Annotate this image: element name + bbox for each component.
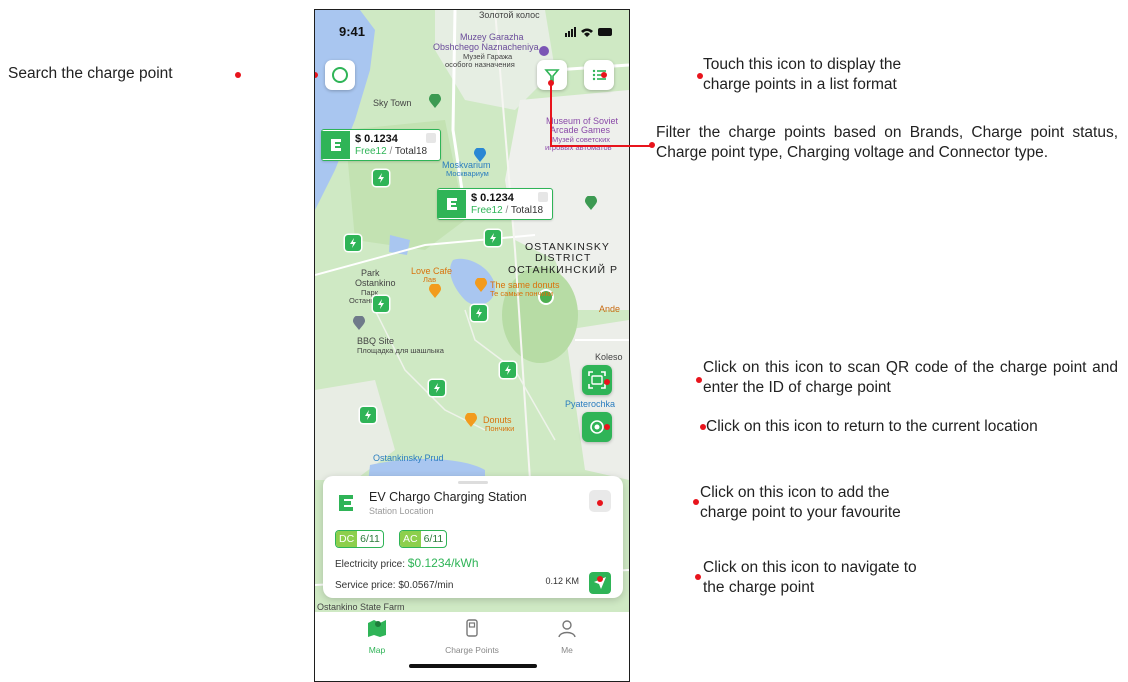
map-label: DISTRICT — [535, 252, 592, 264]
park-poi-icon[interactable] — [585, 196, 597, 210]
map-icon — [368, 620, 386, 637]
charge-point-pin[interactable] — [485, 230, 501, 246]
user-icon — [558, 620, 576, 638]
service-price: Service price: $0.0567/min — [335, 580, 454, 591]
charge-point-pin[interactable] — [429, 380, 445, 396]
station-name: EV Chargo Charging Station — [369, 490, 527, 504]
price-card[interactable]: $ 0.1234 Free12 / Total18 — [437, 188, 553, 220]
bolt-icon — [434, 383, 440, 393]
map-label: Золотой колос — [479, 10, 540, 20]
sheet-handle[interactable] — [458, 481, 488, 484]
map-label: особого назначения — [445, 60, 515, 69]
map-label: Koleso — [595, 352, 623, 362]
marker-dot — [695, 574, 701, 580]
map-label: Ostankino — [355, 278, 396, 288]
search-button[interactable] — [325, 60, 355, 90]
map-label: Площадка для шашлыка — [357, 346, 444, 355]
bolt-icon — [365, 410, 371, 420]
marker-dot — [597, 500, 603, 506]
map-label: Sky Town — [373, 98, 412, 108]
tab-me[interactable]: Me — [527, 618, 607, 655]
tab-charge-points[interactable]: Charge Points — [432, 618, 512, 655]
tab-map[interactable]: Map — [337, 618, 417, 655]
marker-dot — [601, 72, 607, 78]
charge-point-pin[interactable] — [345, 235, 361, 251]
phone-screen: 9:41 Золотой колос Muzey Garazha Obshche… — [314, 9, 630, 682]
annotation-filter: Filter the charge points based on Brands… — [656, 124, 1118, 161]
map-label: Arcade Games — [550, 125, 611, 135]
map-label: Москвариум — [446, 169, 489, 178]
charge-point-pin[interactable] — [373, 170, 389, 186]
bolt-icon — [505, 365, 511, 375]
marker-dot — [604, 424, 610, 430]
map-label: Ande — [599, 304, 621, 314]
annotation-scan: Click on this icon to scan QR code of th… — [703, 359, 1118, 396]
marker-dot — [604, 379, 610, 385]
map-label: Obshchego Naznacheniya — [433, 42, 539, 52]
bolt-icon — [378, 173, 384, 183]
dc-availability-tag: DC 6/11 — [335, 530, 384, 548]
chargo-logo-icon — [438, 190, 466, 218]
map-label: Пончики — [485, 424, 515, 433]
museum-poi-icon[interactable] — [539, 46, 549, 56]
bbq-poi-icon[interactable] — [353, 316, 365, 330]
charge-point-pin[interactable] — [373, 296, 389, 312]
annotation-navigate: Click on this icon to navigate to the ch… — [703, 559, 917, 596]
annotation-list: Touch this icon to display the charge po… — [703, 56, 902, 93]
price-text: $ 0.1234 — [355, 132, 398, 145]
price-card[interactable]: $ 0.1234 Free12 / Total18 — [321, 129, 441, 161]
map-label: Muzey Garazha — [460, 32, 524, 42]
bolt-icon — [476, 308, 482, 318]
cafe-poi-icon[interactable] — [429, 284, 441, 298]
donuts-poi-icon[interactable] — [465, 413, 477, 427]
marker-dot — [693, 499, 699, 505]
status-icons — [565, 27, 612, 37]
chargo-logo-icon — [322, 131, 350, 159]
availability-text: Free12 / Total18 — [355, 145, 428, 157]
distance-text: 0.12 KM — [545, 576, 579, 586]
annotation-search: Search the charge point — [8, 65, 173, 82]
charge-point-pin[interactable] — [471, 305, 487, 321]
list-view-button[interactable] — [584, 60, 614, 90]
station-card[interactable]: EV Chargo Charging Station Station Locat… — [323, 476, 623, 598]
tab-bar: Map Charge Points Me — [315, 612, 629, 681]
ac-availability-tag: AC 6/11 — [399, 530, 448, 548]
price-text: $ 0.1234 — [471, 191, 514, 204]
chargo-logo-icon — [339, 495, 353, 511]
map-label: Ostankinsky Prud — [373, 453, 444, 463]
marker-dot — [696, 377, 702, 383]
station-location: Station Location — [369, 506, 434, 516]
marker-dot — [649, 142, 655, 148]
tree-poi-icon[interactable] — [429, 94, 441, 108]
map-label: Pyaterochka — [565, 399, 616, 409]
charge-point-pin[interactable] — [500, 362, 516, 378]
map-label: Park — [361, 268, 380, 278]
marker-dot — [235, 72, 241, 78]
bolt-icon — [350, 238, 356, 248]
status-time: 9:41 — [339, 24, 366, 39]
map-label: Те самые пончики — [490, 289, 554, 298]
connector-line — [550, 82, 552, 146]
map-label: ОСТАНКИНСКИЙ Р — [508, 264, 619, 276]
map-label: OSTANKINSKY — [525, 241, 610, 253]
annotation-location: Click on this icon to return to the curr… — [706, 418, 1038, 435]
bolt-icon — [378, 299, 384, 309]
map-label: Ostankino State Farm — [317, 602, 405, 612]
charge-point-pin[interactable] — [360, 407, 376, 423]
donut-poi-icon[interactable] — [475, 278, 487, 292]
bolt-icon — [490, 233, 496, 243]
moskvarium-poi-icon[interactable] — [474, 148, 486, 162]
marker-dot — [597, 576, 603, 582]
favorite-icon — [538, 192, 548, 202]
electricity-price: Electricity price: $0.1234/kWh — [335, 556, 479, 570]
annotation-favourite: Click on this icon to add the charge poi… — [700, 484, 901, 521]
charger-icon — [466, 619, 478, 637]
favorite-icon — [426, 133, 436, 143]
connector-line — [550, 145, 652, 147]
home-indicator — [409, 664, 537, 668]
search-icon — [332, 67, 348, 83]
map-label: BBQ Site — [357, 336, 395, 346]
availability-text: Free12 / Total18 — [471, 204, 544, 216]
